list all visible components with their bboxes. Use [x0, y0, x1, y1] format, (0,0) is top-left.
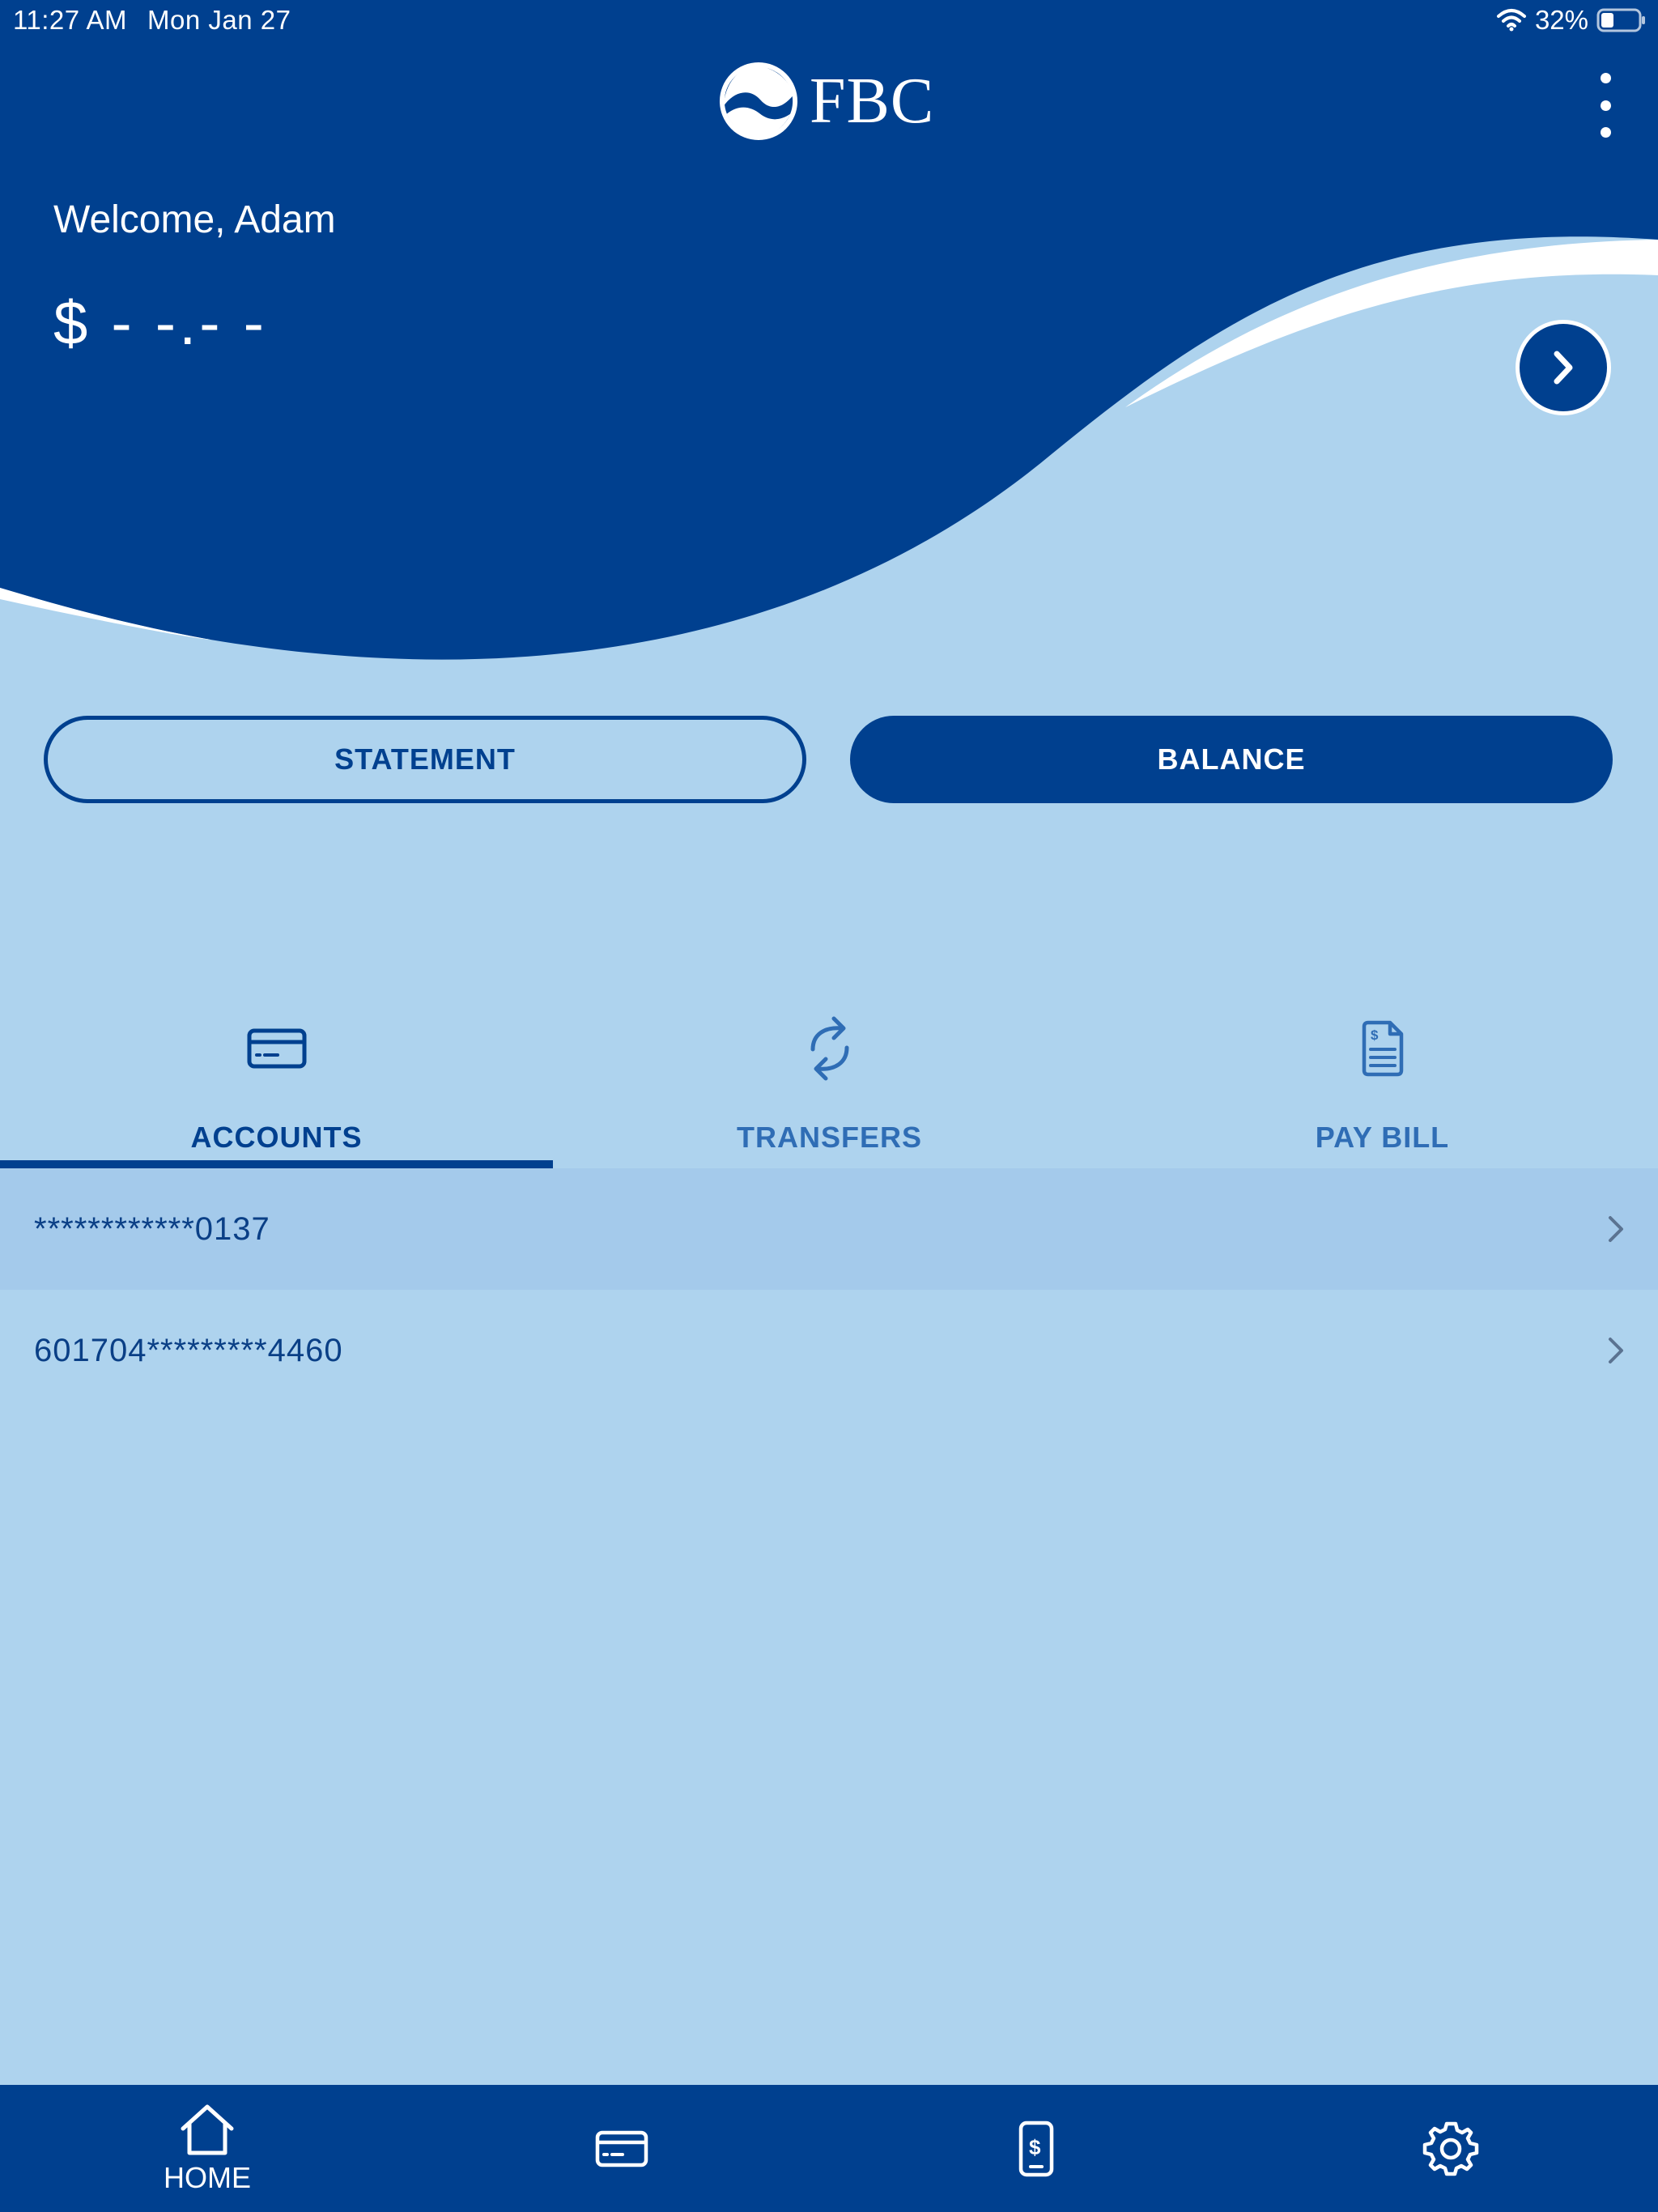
- wifi-icon: [1496, 9, 1526, 32]
- tab-selected-indicator: [0, 1160, 553, 1168]
- tab-accounts[interactable]: ACCOUNTS: [0, 1012, 553, 1168]
- bottom-nav: HOME $: [0, 2085, 1658, 2212]
- brand-logo: FBC: [719, 62, 934, 141]
- svg-text:$: $: [1371, 1027, 1379, 1043]
- gear-icon: [1422, 2121, 1479, 2176]
- nav-cards[interactable]: [414, 2085, 829, 2212]
- account-number: 601704*********4460: [34, 1332, 343, 1368]
- account-number: ************0137: [34, 1210, 270, 1247]
- battery-icon: [1596, 8, 1645, 32]
- chevron-right-icon: [1609, 1338, 1623, 1363]
- home-icon: [181, 2104, 234, 2155]
- mobile-pay-icon: $: [1018, 2121, 1054, 2176]
- balance-button[interactable]: BALANCE: [850, 716, 1613, 803]
- battery-percent: 32%: [1534, 5, 1588, 35]
- nav-settings[interactable]: [1244, 2085, 1658, 2212]
- balance-details-button[interactable]: [1516, 320, 1611, 415]
- fbc-logo-icon: [719, 62, 798, 141]
- chevron-right-icon: [1554, 351, 1573, 385]
- tab-accounts-label: ACCOUNTS: [190, 1121, 363, 1154]
- tab-pay-bill[interactable]: $ PAY BILL: [1106, 1012, 1658, 1168]
- svg-text:$: $: [1029, 2135, 1041, 2159]
- welcome-message: Welcome, Adam: [53, 198, 336, 241]
- transfer-icon: [810, 1016, 848, 1081]
- more-menu-button[interactable]: [1585, 73, 1626, 138]
- status-indicators: 32%: [1496, 5, 1647, 36]
- statement-button[interactable]: STATEMENT: [44, 716, 806, 803]
- nav-mobile-pay[interactable]: $: [829, 2085, 1244, 2212]
- more-dot-icon: [1600, 127, 1611, 138]
- brand-name: FBC: [810, 66, 935, 137]
- nav-home-label: HOME: [164, 2160, 251, 2194]
- more-dot-icon: [1600, 73, 1611, 83]
- nav-home[interactable]: HOME: [0, 2085, 414, 2212]
- more-dot-icon: [1600, 100, 1611, 111]
- chevron-right-icon: [1609, 1216, 1623, 1242]
- account-row[interactable]: 601704*********4460: [0, 1290, 1658, 1411]
- tab-transfers[interactable]: TRANSFERS: [553, 1012, 1106, 1168]
- status-date: Mon Jan 27: [147, 5, 291, 35]
- card-icon: [247, 1028, 306, 1069]
- bill-icon: $: [1362, 1020, 1403, 1077]
- account-row[interactable]: ************0137: [0, 1168, 1658, 1290]
- balance-amount: $ - -.- -: [53, 289, 267, 358]
- tab-transfers-label: TRANSFERS: [736, 1121, 922, 1154]
- tab-pay-bill-label: PAY BILL: [1315, 1121, 1450, 1154]
- card-icon: [595, 2130, 648, 2167]
- status-time: 11:27 AM: [13, 5, 127, 35]
